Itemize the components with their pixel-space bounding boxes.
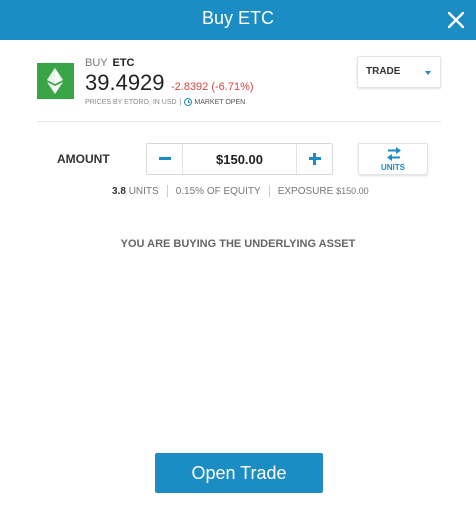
exposure-label: EXPOSURE [277,185,334,197]
price-row: 39.4929 -2.8392 (-6.71%) [85,70,254,96]
minus-icon[interactable] [147,144,183,174]
asset-symbol: ETC [112,57,135,69]
stats-divider [166,185,168,197]
price-change: -2.8392 (-6.71%) [170,81,254,93]
equity-percent: 0.15% OF EQUITY [175,185,261,197]
units-value: 3.8 [112,185,126,197]
chevron-down-icon [425,71,431,75]
amount-stepper [146,143,333,175]
swap-icon [387,147,401,161]
units-toggle-button[interactable]: UNITS [358,143,428,175]
action-label: BUY [85,57,108,69]
dialog-title: Buy ETC [201,8,275,28]
exposure-value: $150.00 [336,186,369,196]
plus-icon[interactable] [296,144,332,174]
close-icon[interactable] [445,9,467,31]
section-divider [37,121,441,122]
ethereum-classic-icon [37,63,74,99]
underlying-asset-notice: YOU ARE BUYING THE UNDERLYING ASSET [120,238,356,250]
trade-type-label: TRADE [366,66,401,77]
position-stats: 3.8 UNITS 0.15% OF EQUITY EXPOSURE $150.… [112,185,369,197]
units-toggle-label: UNITS [381,163,405,172]
units-label: UNITS [128,185,159,197]
stats-divider [268,185,270,197]
meta-separator: | [179,98,182,106]
price-meta: PRICES BY ETORO, IN USD | MARKET OPEN [85,98,245,106]
asset-price: 39.4929 [85,70,165,95]
clock-icon [184,98,193,106]
trade-type-dropdown[interactable]: TRADE [357,56,441,88]
open-trade-button[interactable]: Open Trade [155,453,323,493]
market-status: MARKET OPEN [194,98,246,106]
dialog-header: Buy ETC [0,0,476,40]
amount-label: AMOUNT [57,152,110,166]
prices-by-label: PRICES BY ETORO, IN USD [85,98,177,106]
amount-input[interactable] [184,144,295,174]
buy-symbol-row: BUY ETC [85,57,134,69]
